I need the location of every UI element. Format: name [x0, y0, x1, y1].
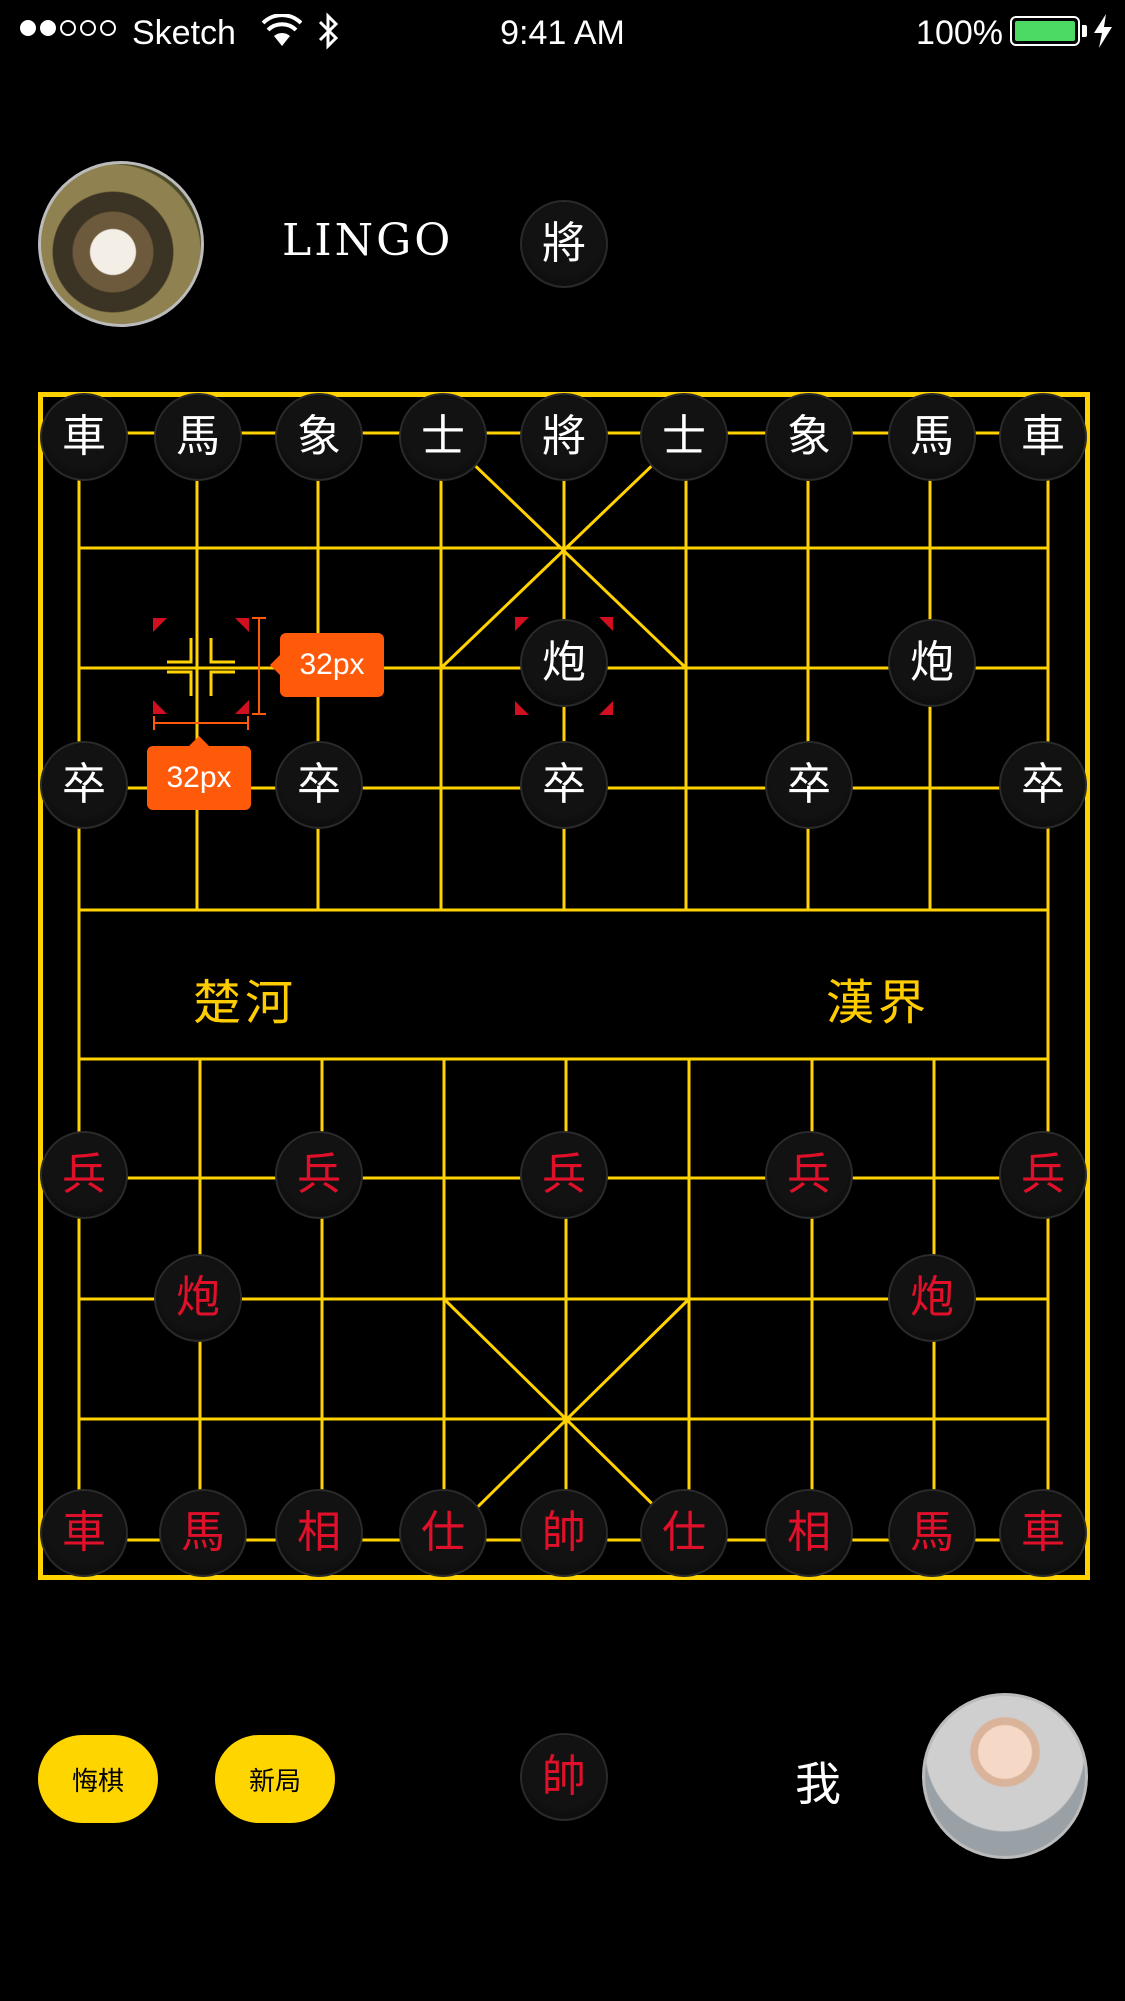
red-soldier[interactable]: 兵 — [275, 1131, 363, 1219]
red-chariot[interactable]: 車 — [999, 1489, 1087, 1577]
black-advisor[interactable]: 士 — [640, 393, 728, 481]
my-name: 我 — [795, 1757, 841, 1811]
red-cannon[interactable]: 炮 — [888, 1254, 976, 1342]
red-advisor[interactable]: 仕 — [399, 1489, 487, 1577]
new-game-button[interactable]: 新局 — [215, 1735, 335, 1823]
red-soldier[interactable]: 兵 — [999, 1131, 1087, 1219]
black-elephant[interactable]: 象 — [275, 393, 363, 481]
red-soldier[interactable]: 兵 — [520, 1131, 608, 1219]
black-horse[interactable]: 馬 — [888, 393, 976, 481]
undo-button[interactable]: 悔棋 — [38, 1735, 158, 1823]
width-annotation: 32px — [147, 736, 251, 810]
black-chariot[interactable]: 車 — [40, 393, 128, 481]
red-soldier[interactable]: 兵 — [765, 1131, 853, 1219]
selected-piece-highlight — [515, 617, 613, 715]
black-advisor[interactable]: 士 — [399, 393, 487, 481]
river-label-han: 漢界 — [826, 975, 931, 1031]
black-soldier[interactable]: 卒 — [275, 741, 363, 829]
black-chariot[interactable]: 車 — [999, 393, 1087, 481]
my-avatar[interactable] — [922, 1693, 1088, 1859]
red-cannon[interactable]: 炮 — [154, 1254, 242, 1342]
red-chariot[interactable]: 車 — [40, 1489, 128, 1577]
red-elephant[interactable]: 相 — [275, 1489, 363, 1577]
black-soldier[interactable]: 卒 — [40, 741, 128, 829]
board-grid — [77, 431, 1050, 1542]
my-side-piece: 帥 — [520, 1733, 608, 1821]
dimension-guides — [153, 617, 266, 730]
red-horse[interactable]: 馬 — [159, 1489, 247, 1577]
height-annotation: 32px — [270, 633, 384, 697]
black-soldier[interactable]: 卒 — [520, 741, 608, 829]
red-elephant[interactable]: 相 — [765, 1489, 853, 1577]
river-label-chu: 楚河 — [193, 975, 298, 1031]
black-cannon[interactable]: 炮 — [888, 619, 976, 707]
red-soldier[interactable]: 兵 — [40, 1131, 128, 1219]
black-soldier[interactable]: 卒 — [999, 741, 1087, 829]
red-general[interactable]: 帥 — [520, 1489, 608, 1577]
black-elephant[interactable]: 象 — [765, 393, 853, 481]
red-advisor[interactable]: 仕 — [640, 1489, 728, 1577]
black-general[interactable]: 將 — [520, 393, 608, 481]
black-soldier[interactable]: 卒 — [765, 741, 853, 829]
black-horse[interactable]: 馬 — [154, 393, 242, 481]
red-horse[interactable]: 馬 — [888, 1489, 976, 1577]
